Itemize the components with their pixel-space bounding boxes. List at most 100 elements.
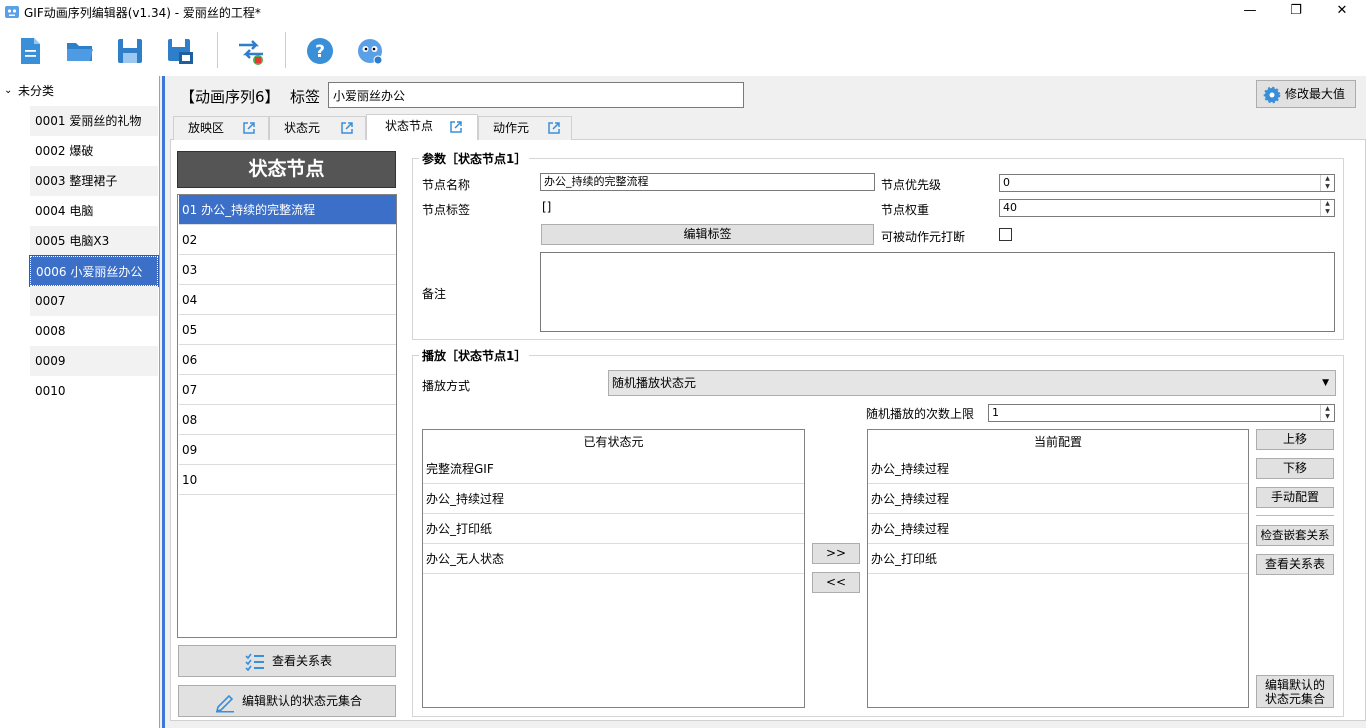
tree-item[interactable]: 0005 电脑X3 (30, 226, 158, 256)
view-relations-button[interactable]: 查看关系表 (178, 645, 396, 677)
open-folder-icon[interactable] (65, 36, 95, 66)
node-priority-stepper[interactable]: 0 ▲ ▼ (999, 174, 1335, 192)
tree-item[interactable]: 0007 (30, 286, 158, 316)
checklist-icon (245, 653, 264, 672)
list-item[interactable]: 办公_持续过程 (423, 484, 804, 514)
interrupt-checkbox[interactable] (999, 228, 1012, 241)
about-icon[interactable] (355, 36, 385, 66)
move-up-button[interactable]: 上移 (1256, 429, 1334, 450)
limit-stepper[interactable]: 1 ▲ ▼ (988, 404, 1335, 422)
list-item[interactable]: 完整流程GIF (423, 454, 804, 484)
limit-value: 1 (992, 406, 999, 419)
list-item[interactable]: 办公_持续过程 (868, 514, 1248, 544)
chevron-down-icon: ▼ (1322, 378, 1329, 388)
node-item[interactable]: 07 (179, 375, 396, 405)
node-name-input[interactable]: 办公_持续的完整流程 (540, 173, 875, 191)
tab-action-element[interactable]: 动作元 (478, 116, 572, 140)
node-item[interactable]: 05 (179, 315, 396, 345)
tree-item[interactable]: 0009 (30, 346, 158, 376)
edit-max-button[interactable]: 修改最大值 (1256, 80, 1356, 108)
tree-root-label: 未分类 (18, 84, 55, 98)
node-item[interactable]: 08 (179, 405, 396, 435)
node-name-label: 节点名称 (422, 178, 471, 192)
pencil-icon (215, 694, 234, 713)
available-list-header: 已有状态元 (583, 435, 644, 449)
list-item[interactable]: 办公_持续过程 (868, 454, 1248, 484)
sequence-tree: ⌄ 未分类 0001 爱丽丝的礼物 0002 爆破 0003 整理裙子 0004… (0, 76, 160, 728)
node-tag-value: [] (542, 200, 552, 214)
list-item[interactable]: 办公_无人状态 (423, 544, 804, 574)
tab-label: 状态元 (284, 121, 321, 135)
available-list: 已有状态元 完整流程GIF 办公_持续过程 办公_打印纸 办公_无人状态 (422, 429, 805, 708)
tree-item[interactable]: 0001 爱丽丝的礼物 (30, 106, 158, 136)
manual-config-button[interactable]: 手动配置 (1256, 487, 1334, 508)
save-as-icon[interactable] (165, 36, 195, 66)
external-link-icon[interactable] (547, 121, 561, 135)
play-mode-select[interactable]: 随机播放状态元 ▼ (608, 370, 1336, 396)
tab-state-element[interactable]: 状态元 (269, 116, 366, 140)
edit-max-label: 修改最大值 (1285, 87, 1346, 101)
remove-button[interactable]: << (812, 572, 860, 593)
node-tag-label: 节点标签 (422, 203, 471, 217)
node-item[interactable]: 06 (179, 345, 396, 375)
save-icon[interactable] (115, 36, 145, 66)
chevron-down-icon[interactable]: ⌄ (4, 76, 12, 106)
new-file-icon[interactable] (15, 36, 45, 66)
close-button[interactable]: ✕ (1319, 0, 1365, 24)
tag-input[interactable]: 小爱丽丝办公 (328, 82, 744, 108)
app-icon (5, 6, 19, 18)
tree-item[interactable]: 0002 爆破 (30, 136, 158, 166)
tree-item[interactable]: 0008 (30, 316, 158, 346)
spin-buttons[interactable]: ▲ ▼ (1320, 175, 1334, 191)
list-item[interactable]: 办公_打印纸 (423, 514, 804, 544)
node-item[interactable]: 10 (179, 465, 396, 495)
external-link-icon[interactable] (340, 121, 354, 135)
toolbar-separator (285, 32, 286, 68)
edit-default-set-button[interactable]: 编辑默认的状态元集合 (178, 685, 396, 717)
list-item[interactable]: 办公_打印纸 (868, 544, 1248, 574)
toolbar-separator (217, 32, 218, 68)
node-weight-label: 节点权重 (881, 203, 930, 217)
note-textarea[interactable] (540, 252, 1335, 332)
external-link-icon[interactable] (242, 121, 256, 135)
node-item[interactable]: 03 (179, 255, 396, 285)
tab-label: 放映区 (188, 121, 225, 135)
external-link-icon[interactable] (449, 120, 463, 134)
minimize-button[interactable]: — (1227, 0, 1273, 24)
tab-state-node[interactable]: 状态节点 (366, 114, 478, 140)
edit-tag-button[interactable]: 编辑标签 (541, 224, 874, 245)
node-list: 01 办公_持续的完整流程 02 03 04 05 06 07 08 09 10 (177, 194, 397, 638)
check-nesting-button[interactable]: 检查嵌套关系 (1256, 525, 1334, 546)
tree-item-selected[interactable]: 0006 小爱丽丝办公 (29, 255, 159, 287)
node-item[interactable]: 04 (179, 285, 396, 315)
node-item[interactable]: 02 (179, 225, 396, 255)
view-relations-table-button[interactable]: 查看关系表 (1256, 554, 1334, 575)
spin-buttons[interactable]: ▲ ▼ (1320, 405, 1334, 421)
node-item[interactable]: 09 (179, 435, 396, 465)
tab-screening[interactable]: 放映区 (173, 116, 269, 140)
tree-root[interactable]: ⌄ 未分类 (0, 76, 160, 106)
gear-icon (1263, 86, 1281, 104)
note-label: 备注 (422, 287, 447, 301)
tree-item[interactable]: 0010 (30, 376, 158, 406)
tree-item[interactable]: 0004 电脑 (30, 196, 158, 226)
playback-group-title: 播放［状态节点1］ (419, 347, 530, 364)
spin-buttons[interactable]: ▲ ▼ (1320, 200, 1334, 216)
divider (1256, 515, 1334, 516)
window-title: GIF动画序列编辑器(v1.34) - 爱丽丝的工程* (24, 6, 261, 20)
priority-value: 0 (1003, 176, 1010, 189)
convert-icon[interactable] (236, 36, 266, 66)
maximize-button[interactable]: ❐ (1273, 0, 1319, 24)
list-item[interactable]: 办公_持续过程 (868, 484, 1248, 514)
edit-default-set-label: 编辑默认的状态元集合 (242, 694, 363, 708)
move-down-button[interactable]: 下移 (1256, 458, 1334, 479)
params-group-title: 参数［状态节点1］ (419, 150, 530, 167)
splitter[interactable] (160, 76, 168, 728)
node-weight-stepper[interactable]: 40 ▲ ▼ (999, 199, 1335, 217)
edit-default-states-button[interactable]: 编辑默认的 状态元集合 (1256, 675, 1334, 708)
help-icon[interactable]: ? (305, 36, 335, 66)
tree-item[interactable]: 0003 整理裙子 (30, 166, 158, 196)
node-item-selected[interactable]: 01 办公_持续的完整流程 (179, 195, 396, 225)
title-bar: GIF动画序列编辑器(v1.34) - 爱丽丝的工程* — ❐ ✕ (0, 0, 1366, 24)
add-button[interactable]: >> (812, 543, 860, 564)
